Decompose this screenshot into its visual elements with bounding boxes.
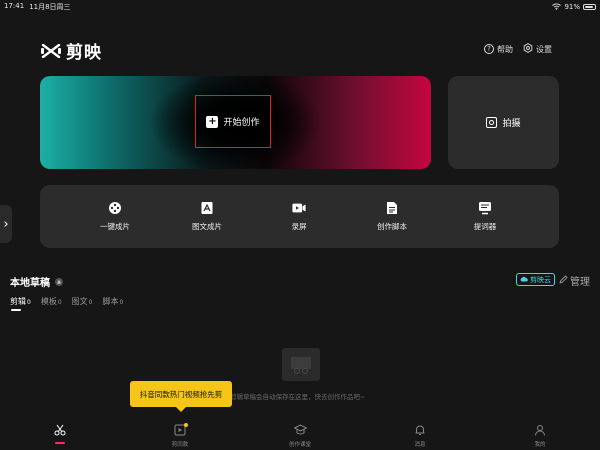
shoot-label: 拍摄 [502,119,521,129]
draft-tabs: 剪辑0 模板0 图文0 脚本0 [10,296,123,311]
tool-label: 录屏 [291,222,307,231]
camera-icon [486,117,498,128]
chevron-right-icon: › [3,216,9,232]
help-label: 帮助 [497,44,513,54]
tools-panel: 一键成片 图文成片 录屏 创作脚本 提词器 [40,185,559,248]
active-indicator [55,442,65,444]
nav-label: 消息 [414,442,426,448]
cloud-icon [520,276,528,284]
plus-icon: + [206,115,219,128]
tool-screen-record[interactable]: 录屏 [269,201,329,232]
tool-label: 提词器 [473,222,497,231]
tool-one-click-video[interactable]: 一键成片 [85,201,145,232]
tool-label: 创作脚本 [377,222,407,231]
nav-edit[interactable] [35,424,85,444]
screen-record-icon [292,201,306,215]
nav-template[interactable]: 剪同款 [155,423,205,448]
new-badge [184,423,188,427]
nav-profile[interactable]: 我的 [515,424,565,448]
app-logo: 剪映 [40,38,102,63]
cloud-label: 剪映云 [530,275,551,284]
edit-pencil-icon [559,274,568,287]
help-icon: ? [484,44,494,54]
shoot-button[interactable]: 拍摄 [448,76,559,169]
nav-creator-class[interactable]: 创作课堂 [275,424,325,448]
start-create-button[interactable]: + 开始创作 [195,95,271,148]
battery-icon [583,4,596,10]
cloud-button[interactable]: 剪映云 [516,273,555,286]
tab-edit[interactable]: 剪辑0 [10,296,31,311]
status-bar: 17:41 11月8日周三 91% [0,0,600,14]
status-time: 17:41 [4,2,25,10]
tab-graphic[interactable]: 图文0 [72,296,93,307]
text-to-video-icon [200,201,214,215]
template-icon [174,423,188,438]
settings-label: 设置 [536,44,552,54]
nav-messages[interactable]: 消息 [395,424,445,448]
manage-label: 管理 [570,277,590,288]
graduation-cap-icon [292,424,308,438]
drafts-header: 本地草稿 ▲ [10,274,63,289]
person-icon [534,424,546,438]
help-button[interactable]: ? 帮助 [484,43,513,55]
app-name: 剪映 [66,43,102,63]
bottom-nav: 剪同款 创作课堂 消息 我的 [0,418,600,450]
drafts-title: 本地草稿 [10,278,50,289]
header-links: ? 帮助 设置 [484,43,552,55]
nav-label: 创作课堂 [288,442,311,448]
bell-icon [414,424,426,438]
battery-percent: 91% [564,3,580,11]
manage-button[interactable]: 管理 [559,273,590,288]
tool-label: 一键成片 [100,222,130,231]
settings-button[interactable]: 设置 [523,43,552,55]
film-reel-icon [108,201,122,215]
tab-script[interactable]: 脚本0 [102,296,123,307]
tool-teleprompter[interactable]: 提词器 [455,201,515,232]
nav-label: 我的 [534,442,546,448]
scissors-icon [54,424,66,438]
tool-creation-script[interactable]: 创作脚本 [362,201,422,232]
nav-label: 剪同款 [171,442,189,448]
empty-draft-icon [282,348,320,381]
tool-label: 图文成片 [192,222,222,231]
collapse-up-icon[interactable]: ▲ [55,277,63,286]
capcut-logo-icon [41,43,61,58]
status-date: 11月8日周三 [29,3,71,11]
side-expand-button[interactable]: › [0,205,12,243]
start-create-label: 开始创作 [223,118,260,128]
promo-tooltip[interactable]: 抖音同款热门视频抢先剪 [130,381,232,412]
tab-template[interactable]: 模板0 [41,296,62,307]
tool-text-to-video[interactable]: 图文成片 [177,201,237,232]
empty-state-text: 剪辑草稿会自动保存在这里，快去创作作品吧~ [230,393,366,401]
script-doc-icon [385,201,399,215]
gear-icon [523,43,533,55]
wifi-icon [552,3,562,12]
teleprompter-icon [478,201,492,215]
